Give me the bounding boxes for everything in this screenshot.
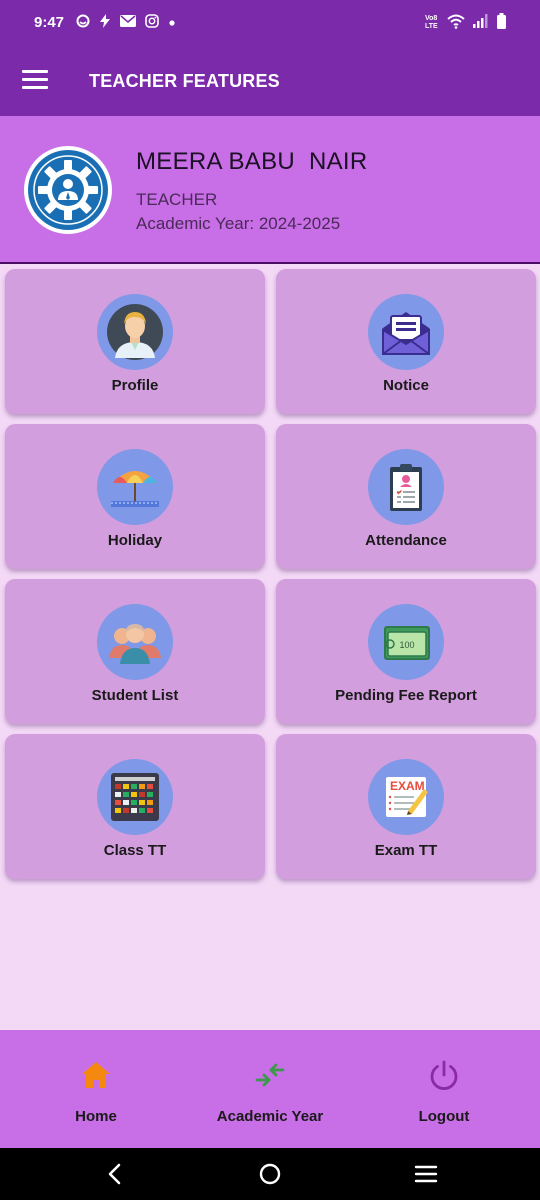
timetable-grid-icon [97,759,173,835]
exam-tt-card[interactable]: EXAM Exam TT [276,734,536,879]
home-icon [82,1062,110,1088]
status-time: 9:47 [34,14,65,31]
pending-fee-report-card[interactable]: 100 Pending Fee Report [276,579,536,724]
gear-person-logo-icon [28,150,108,230]
clipboard-icon [368,449,444,525]
nav-academic-year-label: Academic Year [216,1108,324,1125]
hamburger-menu-icon[interactable] [22,70,48,92]
teacher-name: MEERA BABU NAIR [136,148,368,175]
exam-paper-icon: EXAM [368,759,444,835]
signal-icon [473,14,489,31]
attendance-label: Attendance [365,532,447,549]
nav-logout[interactable]: Logout [354,1030,534,1148]
page-title: TEACHER FEATURES [89,71,280,91]
notice-label: Notice [383,377,429,394]
power-icon [430,1060,458,1090]
profile-card[interactable]: Profile [5,269,265,414]
system-status-icons: Vo8 LTE [425,13,506,32]
svg-text:Vo8: Vo8 [425,15,437,22]
fee-note-value: 100 [399,640,414,650]
academic-year-label: Academic Year: 2024-2025 [136,214,341,233]
class-tt-label: Class TT [103,842,167,859]
teacher-role: TEACHER [136,190,218,209]
attendance-card[interactable]: Attendance [276,424,536,569]
svg-text:LTE: LTE [425,23,438,29]
volte-icon: Vo8 LTE [425,13,439,32]
envelope-notice-icon [368,294,444,370]
instagram-icon [145,14,159,31]
teacher-avatar-icon [97,294,173,370]
student-list-card[interactable]: Student List [5,579,265,724]
dot-icon [168,15,176,30]
app-bar: TEACHER FEATURES [0,46,540,116]
home-circle-icon[interactable] [257,1162,283,1186]
profile-label: Profile [111,377,159,394]
exam-tt-label: Exam TT [374,842,438,859]
bottom-navigation: Home Academic Year Logout [0,1030,540,1148]
pending-fee-report-label: Pending Fee Report [335,687,477,704]
holiday-label: Holiday [107,532,163,549]
status-bar: 9:47 Vo8 LTE [0,0,540,46]
nav-logout-label: Logout [418,1108,470,1125]
nav-home-label: Home [75,1108,117,1125]
notification-icons [76,14,176,31]
nav-home[interactable]: Home [6,1030,186,1148]
beach-umbrella-icon [97,449,173,525]
system-navigation-bar [0,1148,540,1200]
feature-grid: Profile Notice Holiday Attendance Studen… [5,269,536,879]
holiday-card[interactable]: Holiday [5,424,265,569]
wifi-icon [447,14,465,32]
student-list-label: Student List [91,687,179,704]
back-icon[interactable] [102,1162,128,1186]
exam-paper-text: EXAM [390,779,425,793]
notice-card[interactable]: Notice [276,269,536,414]
bolt-icon [99,14,111,31]
mail-icon [120,14,136,31]
class-tt-card[interactable]: Class TT [5,734,265,879]
students-group-icon [97,604,173,680]
school-logo [24,146,112,234]
battery-icon [497,13,506,32]
swap-arrows-icon [255,1063,285,1087]
circle-status-icon [76,14,90,31]
nav-academic-year[interactable]: Academic Year [180,1030,360,1148]
money-wallet-icon: 100 [368,604,444,680]
recents-menu-icon[interactable] [413,1162,439,1186]
profile-header: MEERA BABU NAIR TEACHER Academic Year: 2… [0,116,540,264]
